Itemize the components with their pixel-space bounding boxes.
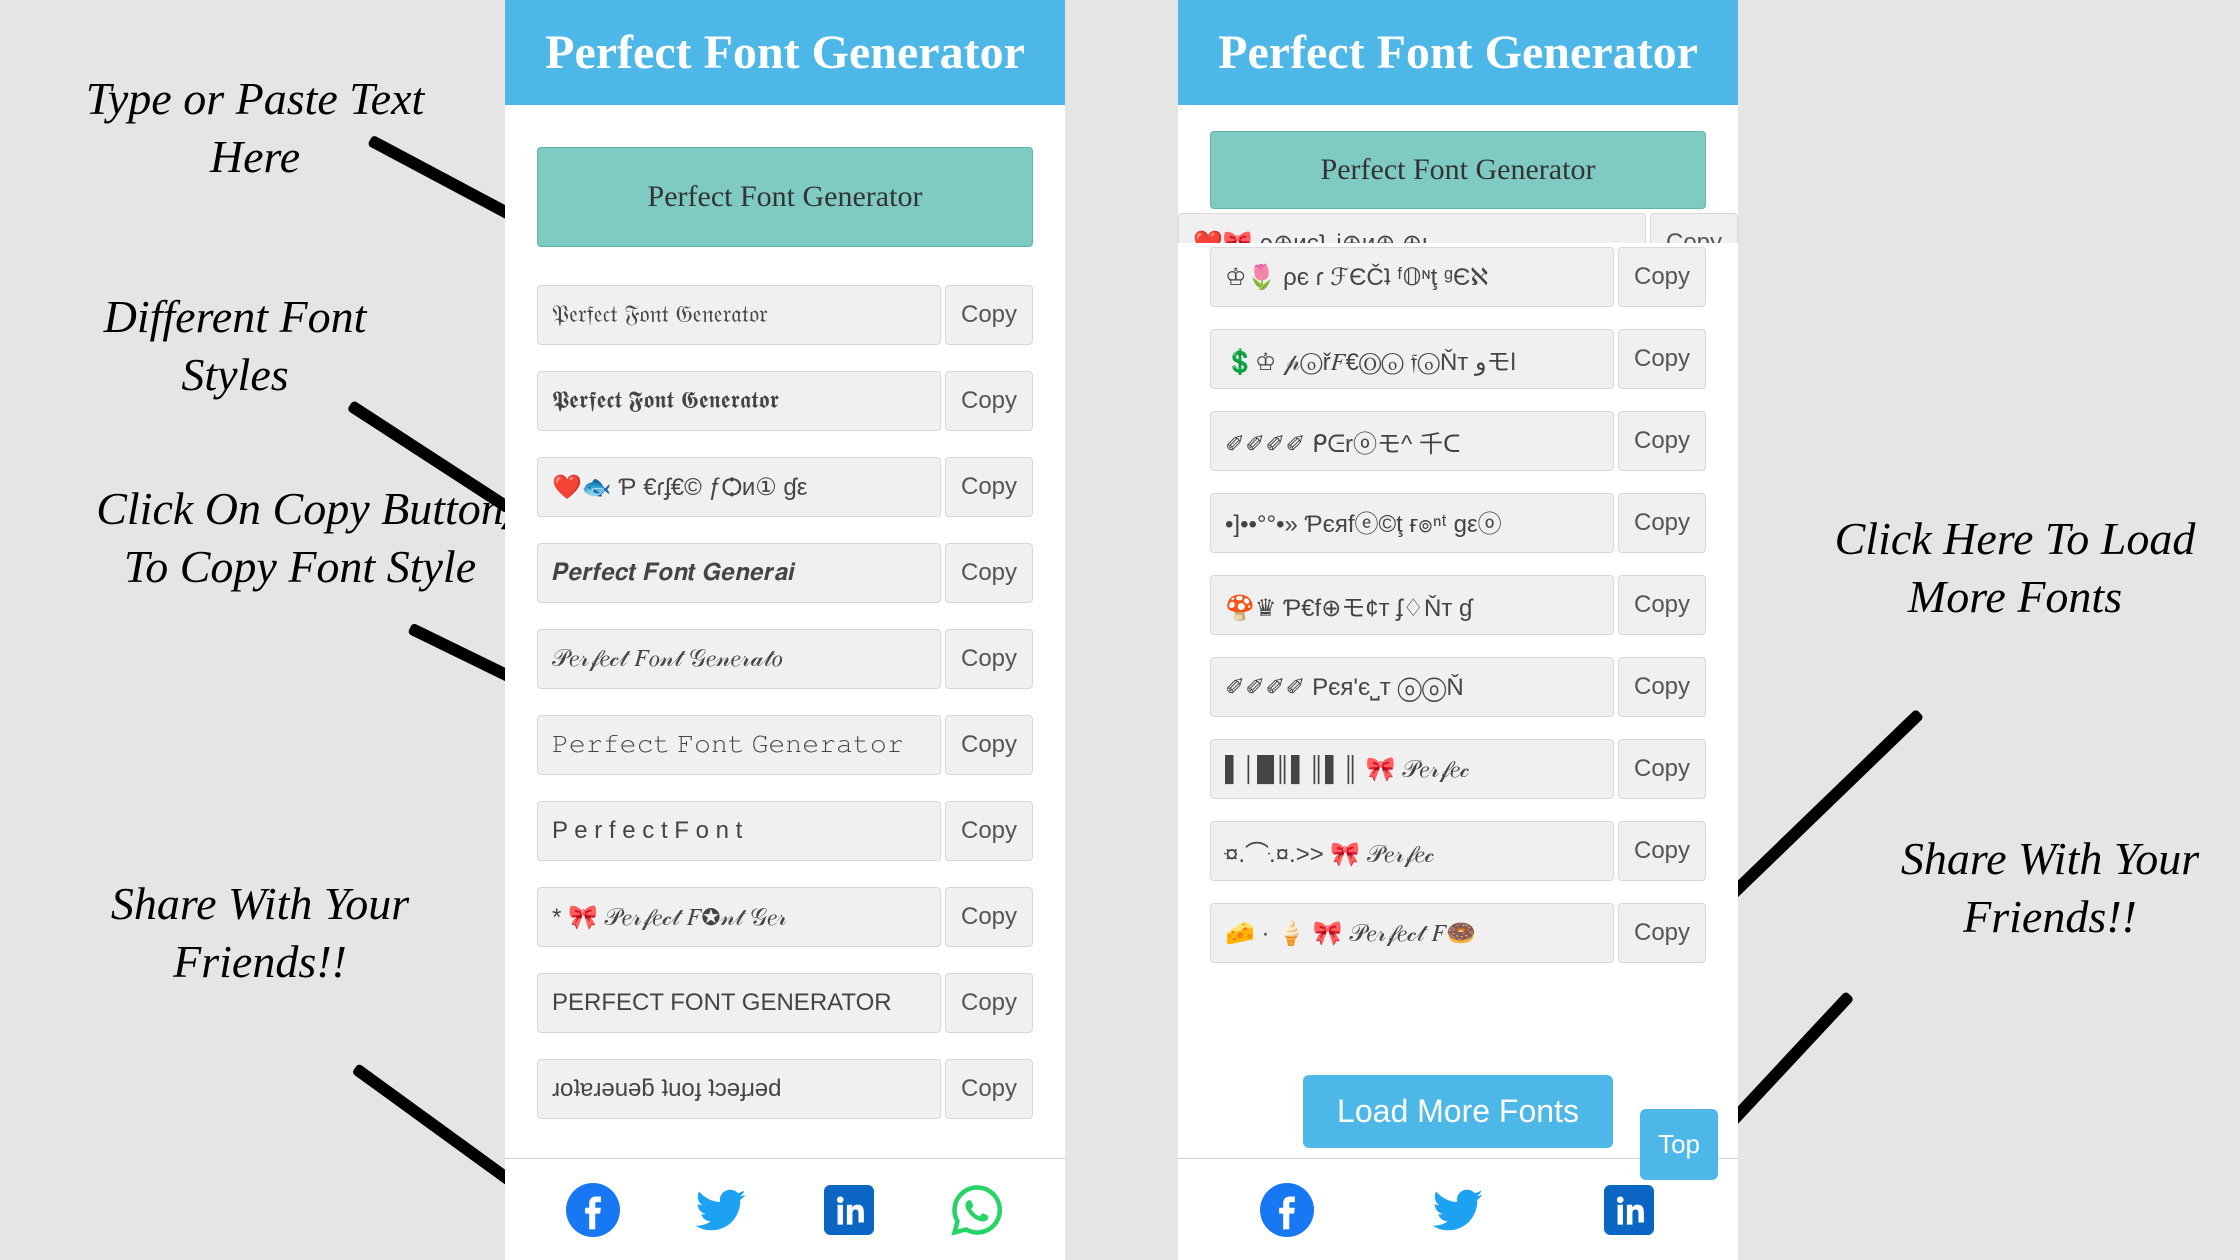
font-result: ▌│█║▌║▌║ 🎀 𝒫𝑒𝓇𝒻𝑒𝒸 — [1210, 739, 1614, 799]
font-result: P e r f e c t F o n t — [537, 801, 941, 861]
font-result-row: ♔🌷 ρє ɾ ℱЄČʇ ᶠ𝕆ᶰţ ᵍЄℵCopy — [1210, 247, 1706, 307]
font-result-row: ▌│█║▌║▌║ 🎀 𝒫𝑒𝓇𝒻𝑒𝒸Copy — [1210, 739, 1706, 799]
font-result: ɹoʇɐɹǝuǝƃ ʇuoɟ ʇɔǝɟɹǝd — [537, 1059, 941, 1119]
font-result-row: 𝑷𝒆𝒓𝒇𝒆𝒄𝒕 𝑭𝒐𝒏𝒕 𝑮𝒆𝒏𝒆𝒓𝒂𝒊Copy — [537, 543, 1033, 603]
copy-button[interactable]: Copy — [945, 285, 1033, 345]
twitter-icon[interactable] — [1431, 1183, 1485, 1237]
copy-button[interactable]: Copy — [1618, 575, 1706, 635]
copy-button[interactable]: Copy — [1618, 657, 1706, 717]
twitter-icon[interactable] — [694, 1183, 748, 1237]
annotation-copy: Click On Copy Button To Copy Font Style — [90, 480, 510, 595]
annotation-share-left: Share With Your Friends!! — [100, 875, 420, 990]
font-result: ✐✐✐✐ Pєя'є⎵т ⓞⓞŇ — [1210, 657, 1614, 717]
copy-button[interactable]: Copy — [945, 973, 1033, 1033]
share-bar: Top — [1178, 1158, 1738, 1260]
facebook-icon[interactable] — [566, 1183, 620, 1237]
font-result: 𝒫𝑒𝓇𝒻𝑒𝒸𝓉 𝐹𝑜𝓃𝓉 𝒢𝑒𝓃𝑒𝓇𝒶𝓉𝑜 — [537, 629, 941, 689]
copy-button[interactable]: Copy — [945, 457, 1033, 517]
copy-button[interactable]: Copy — [1618, 411, 1706, 471]
font-result: 💲♔ 𝓅ⓞř𝐹€Ⓞⓞ 𝔣ⓞŇт ﻭモl — [1210, 329, 1614, 389]
app-header: Perfect Font Generator — [1178, 0, 1738, 105]
results-list: 𝔓𝔢𝔯𝔣𝔢𝔠𝔱 𝔉𝔬𝔫𝔱 𝔊𝔢𝔫𝔢𝔯𝔞𝔱𝔬𝔯Copy𝕻𝖊𝖗𝖋𝖊𝖈𝖙 𝕱𝖔𝖓𝖙 𝕲… — [505, 265, 1065, 1158]
font-result: 𝙿𝚎𝚛𝚏𝚎𝚌𝚝 𝙵𝚘𝚗𝚝 𝙶𝚎𝚗𝚎𝚛𝚊𝚝𝚘𝚛 — [537, 715, 941, 775]
font-result: ❤️🐟 Ƥ €ɾʄ€© ƒѺи① ɠε — [537, 457, 941, 517]
copy-button[interactable]: Copy — [1618, 493, 1706, 553]
font-result: PERFECT FONT GENERATOR — [537, 973, 941, 1033]
whatsapp-icon[interactable] — [950, 1183, 1004, 1237]
copy-button[interactable]: Copy — [945, 629, 1033, 689]
copy-button[interactable]: Copy — [945, 1059, 1033, 1119]
font-result-row: PERFECT FONT GENERATORCopy — [537, 973, 1033, 1033]
copy-button[interactable]: Copy — [1618, 247, 1706, 307]
copy-button[interactable]: Copy — [1618, 903, 1706, 963]
font-result-row: 𝔓𝔢𝔯𝔣𝔢𝔠𝔱 𝔉𝔬𝔫𝔱 𝔊𝔢𝔫𝔢𝔯𝔞𝔱𝔬𝔯Copy — [537, 285, 1033, 345]
font-result: •]••°°•» Ƥєяfⓔ©ţ ғ๏ⁿᵗ gεⓞ — [1210, 493, 1614, 553]
font-result: 𝑷𝒆𝒓𝒇𝒆𝒄𝒕 𝑭𝒐𝒏𝒕 𝑮𝒆𝒏𝒆𝒓𝒂𝒊 — [537, 543, 941, 603]
font-result-row: * 🎀 𝒫𝑒𝓇𝒻𝑒𝒸𝓉 𝐹✪𝓃𝓉 𝒢𝑒𝓇Copy — [537, 887, 1033, 947]
phone-screen-right: Perfect Font Generator Perfect Font Gene… — [1178, 0, 1738, 1260]
text-input[interactable]: Perfect Font Generator — [1210, 131, 1706, 209]
font-result-row: 𝕻𝖊𝖗𝖋𝖊𝖈𝖙 𝕱𝖔𝖓𝖙 𝕲𝖊𝖓𝖊𝖗𝖆𝖙𝖔𝖗Copy — [537, 371, 1033, 431]
annotation-share-right: Share With Your Friends!! — [1880, 830, 2220, 945]
linkedin-icon[interactable] — [822, 1183, 876, 1237]
font-result: * 🎀 𝒫𝑒𝓇𝒻𝑒𝒸𝓉 𝐹✪𝓃𝓉 𝒢𝑒𝓇 — [537, 887, 941, 947]
app-header: Perfect Font Generator — [505, 0, 1065, 105]
facebook-icon[interactable] — [1260, 1183, 1314, 1237]
font-result: 🍄♛ Ƥ€f⊕モ¢т ʄ♢Ňт ɠ — [1210, 575, 1614, 635]
text-input[interactable]: Perfect Font Generator — [537, 147, 1033, 247]
font-result: ♔🌷 ρє ɾ ℱЄČʇ ᶠ𝕆ᶰţ ᵍЄℵ — [1210, 247, 1614, 307]
annotation-input: Type or Paste Text Here — [35, 70, 475, 185]
annotation-load-more: Click Here To Load More Fonts — [1830, 510, 2200, 625]
partial-hidden-row: ❤️🎀 ρ⊕иєʇ ʝ⊕и⊕ ⊕ι Copy — [1178, 213, 1738, 243]
font-result-row: 🍄♛ Ƥ€f⊕モ¢т ʄ♢Ňт ɠCopy — [1210, 575, 1706, 635]
font-result-row: ¤ּ.⌒.ּ¤.>> 🎀 𝒫𝑒𝓇𝒻𝑒𝒸Copy — [1210, 821, 1706, 881]
font-result: ¤ּ.⌒.ּ¤.>> 🎀 𝒫𝑒𝓇𝒻𝑒𝒸 — [1210, 821, 1614, 881]
load-more-button[interactable]: Load More Fonts — [1303, 1075, 1613, 1148]
font-result-row: 𝒫𝑒𝓇𝒻𝑒𝒸𝓉 𝐹𝑜𝓃𝓉 𝒢𝑒𝓃𝑒𝓇𝒶𝓉𝑜Copy — [537, 629, 1033, 689]
font-result: 🧀 · 🍦 🎀 𝒫𝑒𝓇𝒻𝑒𝒸𝓉 𝐹🍩 — [1210, 903, 1614, 963]
copy-button[interactable]: Copy — [945, 715, 1033, 775]
copy-button[interactable]: Copy — [945, 543, 1033, 603]
font-result-row: ❤️🐟 Ƥ €ɾʄ€© ƒѺи① ɠεCopy — [537, 457, 1033, 517]
results-list: ♔🌷 ρє ɾ ℱЄČʇ ᶠ𝕆ᶰţ ᵍЄℵCopy💲♔ 𝓅ⓞř𝐹€Ⓞⓞ 𝔣ⓞŇт… — [1178, 243, 1738, 1061]
linkedin-icon[interactable] — [1602, 1183, 1656, 1237]
copy-button[interactable]: Copy — [1650, 213, 1738, 243]
copy-button[interactable]: Copy — [945, 801, 1033, 861]
copy-button[interactable]: Copy — [945, 887, 1033, 947]
font-result-row: ɹoʇɐɹǝuǝƃ ʇuoɟ ʇɔǝɟɹǝdCopy — [537, 1059, 1033, 1119]
font-result-row: 💲♔ 𝓅ⓞř𝐹€Ⓞⓞ 𝔣ⓞŇт ﻭモlCopy — [1210, 329, 1706, 389]
font-result: 𝕻𝖊𝖗𝖋𝖊𝖈𝖙 𝕱𝖔𝖓𝖙 𝕲𝖊𝖓𝖊𝖗𝖆𝖙𝖔𝖗 — [537, 371, 941, 431]
font-result-row: 🧀 · 🍦 🎀 𝒫𝑒𝓇𝒻𝑒𝒸𝓉 𝐹🍩Copy — [1210, 903, 1706, 963]
font-result-row: ✐✐✐✐ ᑭᕮrⓞモ^ 千ᑕCopy — [1210, 411, 1706, 471]
phone-screen-left: Perfect Font Generator Perfect Font Gene… — [505, 0, 1065, 1260]
font-result: ✐✐✐✐ ᑭᕮrⓞモ^ 千ᑕ — [1210, 411, 1614, 471]
font-result: ❤️🎀 ρ⊕иєʇ ʝ⊕и⊕ ⊕ι — [1178, 213, 1646, 243]
annotation-styles: Different Font Styles — [50, 288, 420, 403]
copy-button[interactable]: Copy — [1618, 329, 1706, 389]
font-result: 𝔓𝔢𝔯𝔣𝔢𝔠𝔱 𝔉𝔬𝔫𝔱 𝔊𝔢𝔫𝔢𝔯𝔞𝔱𝔬𝔯 — [537, 285, 941, 345]
font-result-row: •]••°°•» Ƥєяfⓔ©ţ ғ๏ⁿᵗ gεⓞCopy — [1210, 493, 1706, 553]
copy-button[interactable]: Copy — [1618, 821, 1706, 881]
scroll-top-button[interactable]: Top — [1640, 1109, 1718, 1180]
copy-button[interactable]: Copy — [945, 371, 1033, 431]
copy-button[interactable]: Copy — [1618, 739, 1706, 799]
font-result-row: ✐✐✐✐ Pєя'є⎵т ⓞⓞŇCopy — [1210, 657, 1706, 717]
share-bar — [505, 1158, 1065, 1260]
font-result-row: P e r f e c t F o n tCopy — [537, 801, 1033, 861]
font-result-row: 𝙿𝚎𝚛𝚏𝚎𝚌𝚝 𝙵𝚘𝚗𝚝 𝙶𝚎𝚗𝚎𝚛𝚊𝚝𝚘𝚛Copy — [537, 715, 1033, 775]
